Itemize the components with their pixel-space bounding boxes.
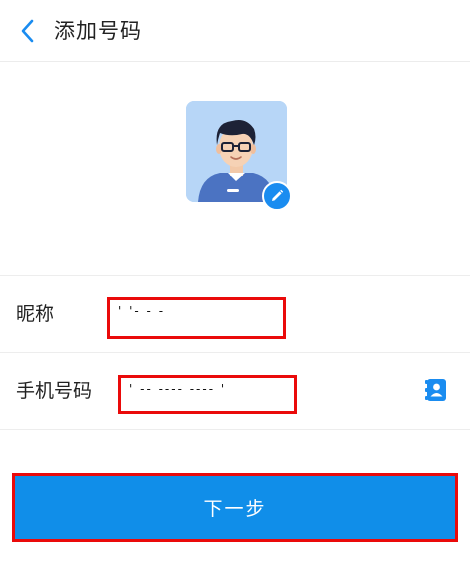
nickname-row: 昵称 ' '- - - xyxy=(0,276,470,353)
phone-row: 手机号码 ' -- ---- ---- ' xyxy=(0,353,470,430)
chevron-left-icon xyxy=(21,19,34,43)
nickname-input[interactable]: ' '- - - xyxy=(107,297,286,339)
edit-avatar-button[interactable] xyxy=(262,181,292,211)
page-title: 添加号码 xyxy=(54,19,142,43)
phone-label: 手机号码 xyxy=(16,380,93,402)
contacts-picker-button[interactable] xyxy=(424,379,446,401)
contact-book-icon xyxy=(425,379,446,401)
contact-form: 昵称 ' '- - - 手机号码 ' -- ---- ---- ' xyxy=(0,275,470,430)
pencil-icon xyxy=(272,189,284,201)
back-button[interactable] xyxy=(12,15,42,47)
nickname-label: 昵称 xyxy=(16,303,55,325)
avatar-upload[interactable] xyxy=(186,101,292,211)
next-step-button[interactable]: 下一步 xyxy=(12,473,458,542)
phone-input[interactable]: ' -- ---- ---- ' xyxy=(118,375,297,414)
header: 添加号码 xyxy=(0,0,470,62)
